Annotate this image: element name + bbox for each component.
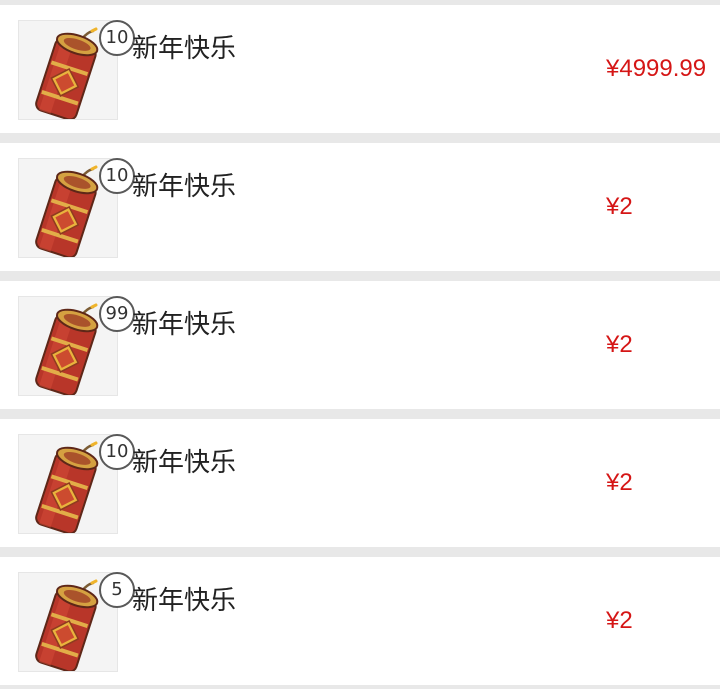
product-price: ¥2 [606, 469, 633, 496]
product-title: 新年快乐 [132, 586, 237, 616]
quantity-badge: 10 [99, 20, 135, 56]
product-price: ¥2 [606, 607, 633, 634]
list-item[interactable]: 10 新年快乐 ¥4999.99 [0, 5, 720, 133]
list-item[interactable]: 99 新年快乐 ¥2 [0, 281, 720, 409]
quantity-badge: 99 [99, 296, 135, 332]
list-item[interactable]: 10 新年快乐 ¥2 [0, 143, 720, 271]
product-title: 新年快乐 [132, 448, 237, 478]
product-price: ¥2 [606, 193, 633, 220]
product-title: 新年快乐 [132, 34, 237, 64]
quantity-badge: 10 [99, 158, 135, 194]
product-title: 新年快乐 [132, 310, 237, 340]
product-thumbnail[interactable]: 10 [18, 434, 135, 534]
product-thumbnail[interactable]: 99 [18, 296, 135, 396]
quantity-badge: 10 [99, 434, 135, 470]
list-item[interactable]: 10 新年快乐 ¥2 [0, 419, 720, 547]
product-thumbnail[interactable]: 10 [18, 158, 135, 258]
product-price: ¥2 [606, 331, 633, 358]
product-thumbnail[interactable]: 10 [18, 20, 135, 120]
quantity-badge: 5 [99, 572, 135, 608]
product-thumbnail[interactable]: 5 [18, 572, 135, 672]
product-price: ¥4999.99 [606, 55, 707, 82]
list-item[interactable]: 5 新年快乐 ¥2 [0, 557, 720, 685]
product-title: 新年快乐 [132, 172, 237, 202]
order-item-list: 10 新年快乐 ¥4999.99 10 新年快乐 ¥2 99 新年快乐 ¥2 1… [0, 0, 720, 689]
